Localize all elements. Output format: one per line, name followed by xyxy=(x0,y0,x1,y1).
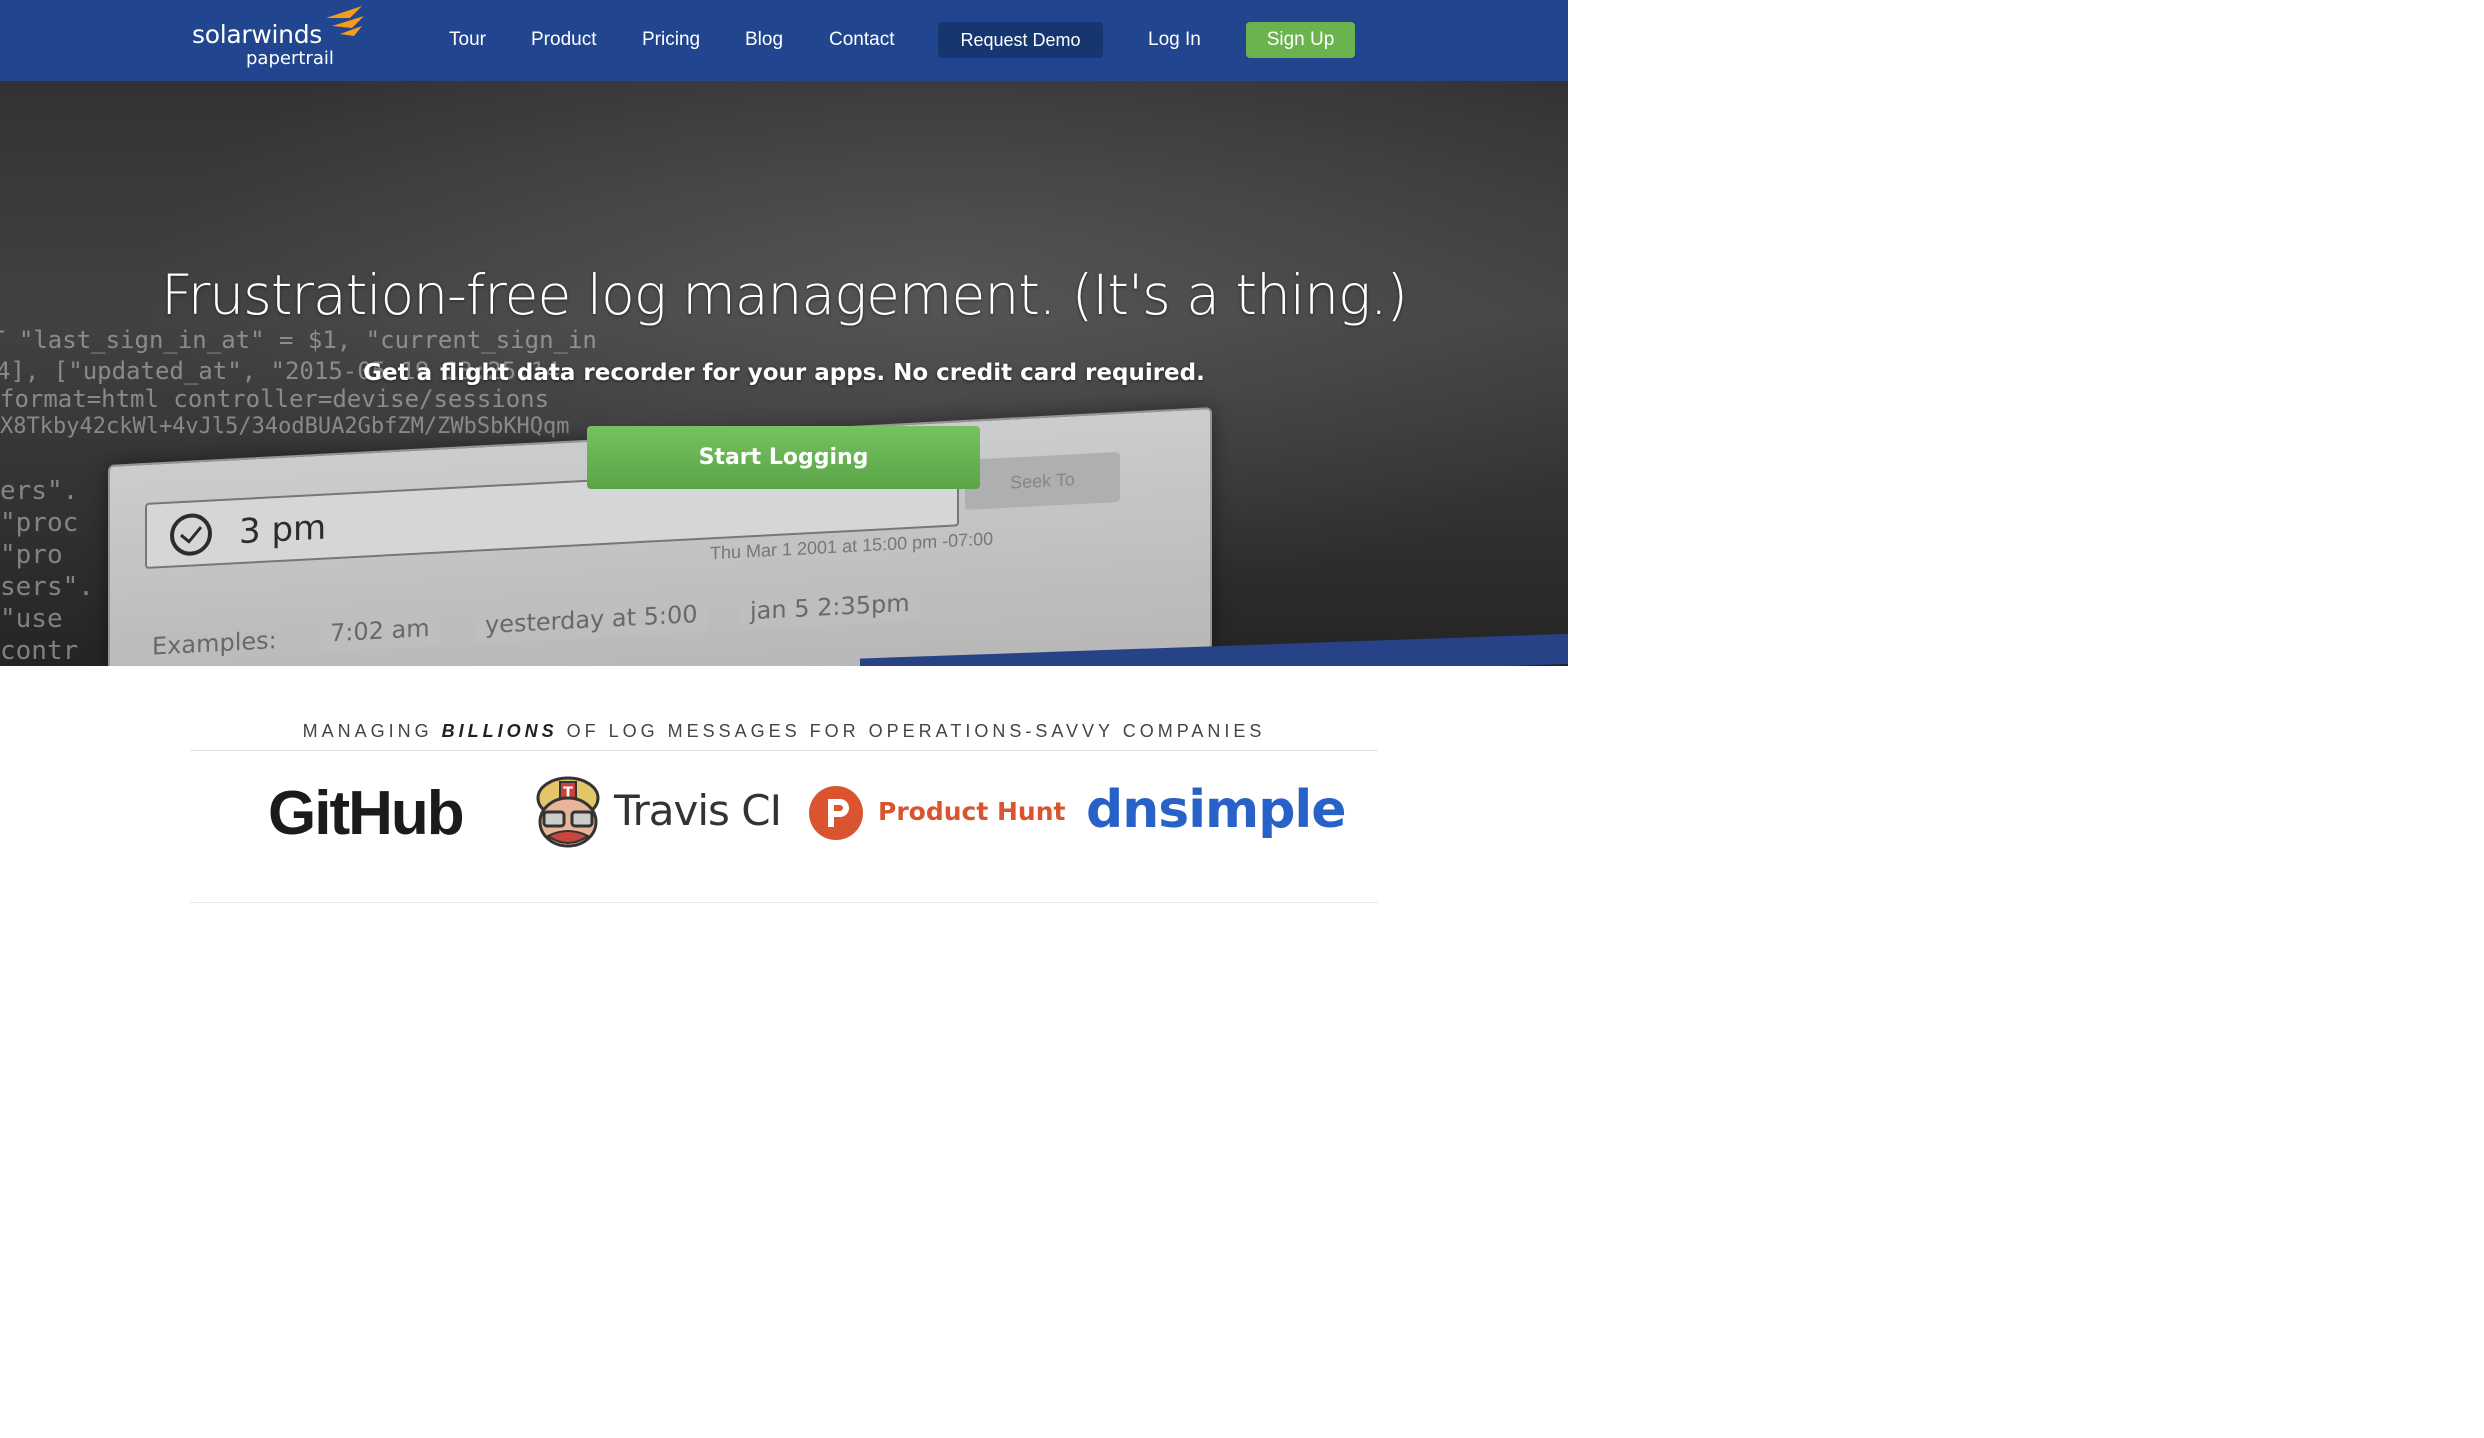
hero-headline: Frustration-free log management. (It's a… xyxy=(161,263,1408,327)
top-navigation: solarwinds papertrail Tour Product Prici… xyxy=(0,0,1568,81)
request-demo-button[interactable]: Request Demo xyxy=(938,22,1103,58)
start-logging-button[interactable]: Start Logging xyxy=(587,426,980,489)
product-hunt-icon xyxy=(809,786,863,840)
hero-subheadline: Get a flight data recorder for your apps… xyxy=(363,360,1205,386)
solarwinds-bird-icon xyxy=(326,6,364,36)
nav-product-link[interactable]: Product xyxy=(531,29,596,51)
sign-up-button[interactable]: Sign Up xyxy=(1246,22,1355,58)
nav-tour-link[interactable]: Tour xyxy=(449,29,486,51)
product-hunt-logo: Product Hunt xyxy=(878,797,1066,826)
section-divider xyxy=(190,750,1378,751)
logo-brand: solarwinds xyxy=(192,20,322,49)
tagline-emphasis: BILLIONS xyxy=(441,721,558,741)
tagline-prefix: MANAGING xyxy=(302,721,442,741)
dnsimple-logo: dnsimple xyxy=(1086,780,1347,840)
tagline-suffix: OF LOG MESSAGES FOR OPERATIONS-SAVVY COM… xyxy=(557,721,1266,741)
travis-mascot-icon: T xyxy=(536,776,600,848)
logo-product: papertrail xyxy=(246,48,334,69)
travis-ci-logo: Travis CI xyxy=(614,786,782,835)
nav-blog-link[interactable]: Blog xyxy=(745,29,783,51)
login-link[interactable]: Log In xyxy=(1148,29,1201,51)
github-logo: GitHub xyxy=(268,779,465,848)
section-divider-bottom xyxy=(190,902,1378,903)
customers-tagline: MANAGING BILLIONS OF LOG MESSAGES FOR OP… xyxy=(0,721,1568,742)
solarwinds-papertrail-logo[interactable]: solarwinds papertrail xyxy=(192,6,372,70)
nav-contact-link[interactable]: Contact xyxy=(829,29,894,51)
nav-pricing-link[interactable]: Pricing xyxy=(642,29,700,51)
hero-section: T "last_sign_in_at" = $1, "current_sign_… xyxy=(0,81,1568,666)
